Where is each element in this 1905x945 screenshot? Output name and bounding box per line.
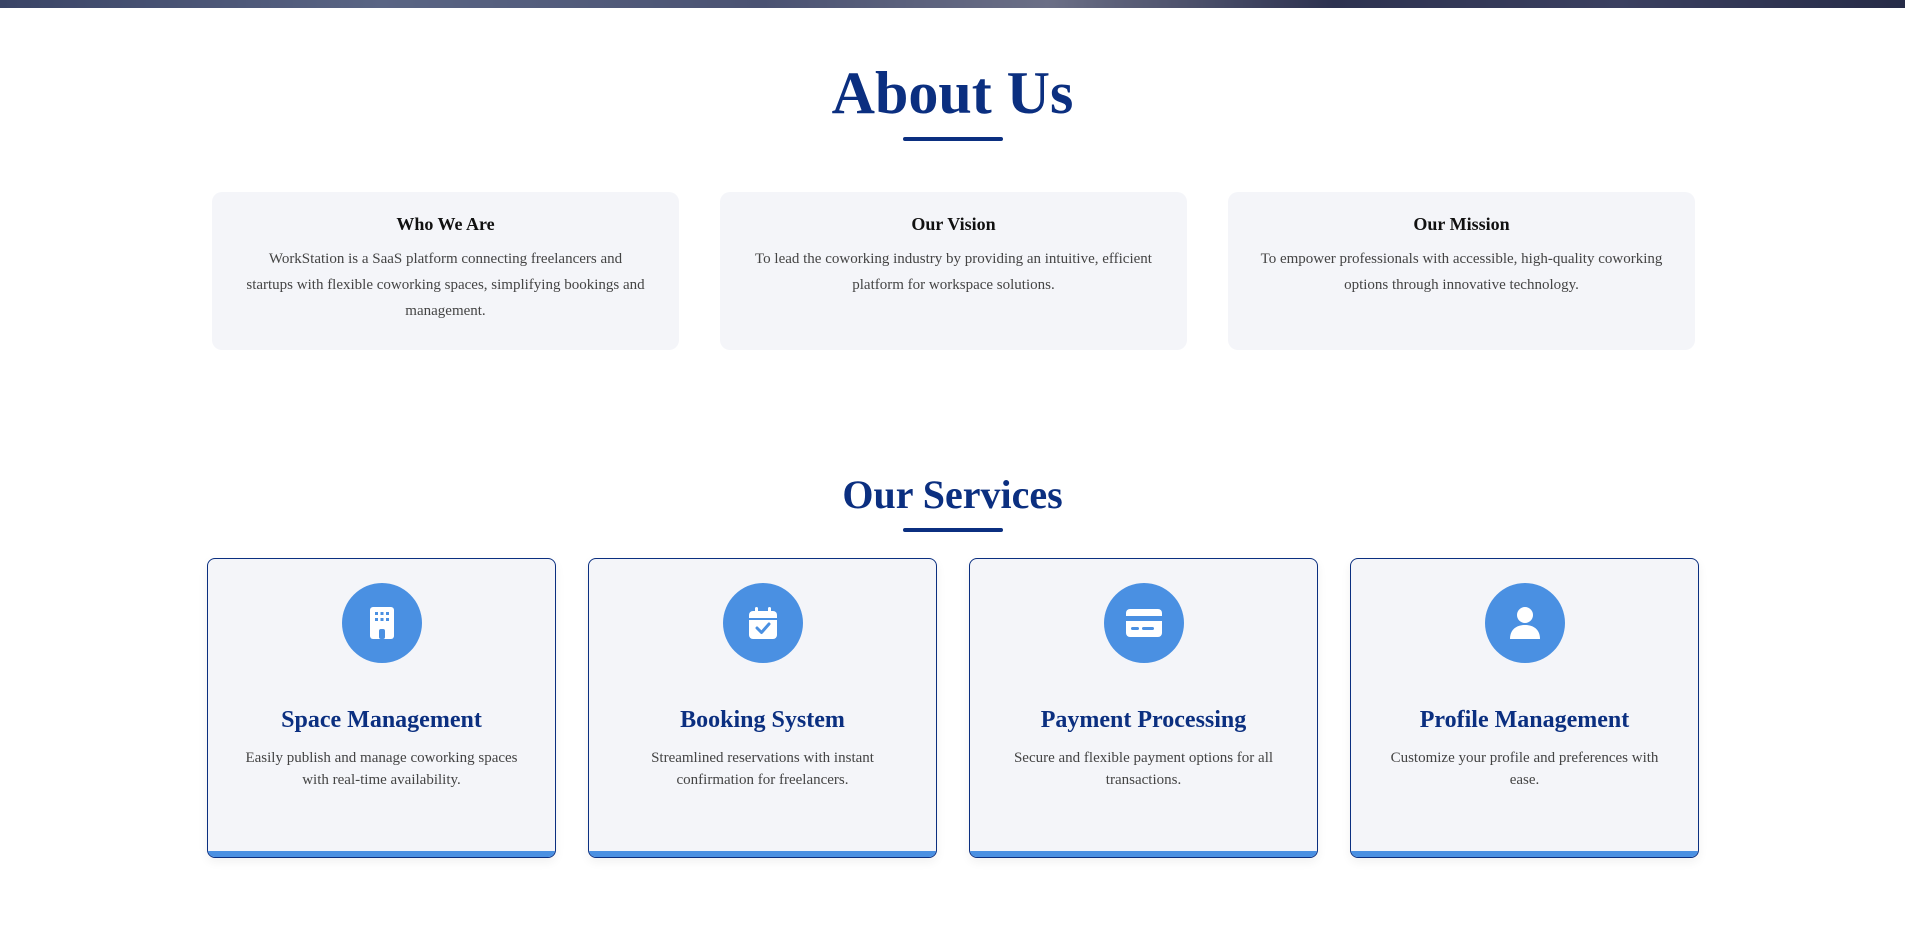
service-card-accent-bar bbox=[208, 851, 555, 857]
about-card-who-we-are: Who We Are WorkStation is a SaaS platfor… bbox=[212, 192, 679, 350]
about-card-our-vision: Our Vision To lead the coworking industr… bbox=[720, 192, 1187, 350]
service-card-payment-processing[interactable]: Payment Processing Secure and flexible p… bbox=[969, 558, 1318, 858]
service-card-heading: Space Management bbox=[281, 707, 482, 733]
service-card-accent-bar bbox=[970, 851, 1317, 857]
hero-image-strip bbox=[0, 0, 1905, 8]
service-card-heading: Profile Management bbox=[1419, 707, 1630, 733]
service-card-accent-bar bbox=[589, 851, 936, 857]
service-card-heading: Booking System bbox=[680, 707, 845, 733]
service-card-text: Streamlined reservations with instant co… bbox=[651, 750, 874, 788]
about-section-title: About Us bbox=[831, 60, 1074, 126]
building-icon bbox=[342, 583, 422, 663]
about-card-heading: Our Vision bbox=[911, 214, 996, 234]
credit-card-icon bbox=[1104, 583, 1184, 663]
service-card-accent-bar bbox=[1351, 851, 1698, 857]
service-card-text: Easily publish and manage coworking spac… bbox=[245, 750, 518, 788]
about-card-text: To lead the coworking industry by provid… bbox=[755, 251, 1152, 293]
about-card-text: WorkStation is a SaaS platform connectin… bbox=[246, 251, 645, 319]
about-card-our-mission: Our Mission To empower professionals wit… bbox=[1228, 192, 1695, 350]
service-card-text: Secure and flexible payment options for … bbox=[1013, 750, 1274, 788]
service-card-profile-management[interactable]: Profile Management Customize your profil… bbox=[1350, 558, 1699, 858]
about-card-text: To empower professionals with accessible… bbox=[1260, 251, 1663, 293]
calendar-check-icon bbox=[723, 583, 803, 663]
about-card-heading: Our Mission bbox=[1413, 214, 1510, 234]
services-section-title: Our Services bbox=[842, 472, 1063, 517]
service-card-booking-system[interactable]: Booking System Streamlined reservations … bbox=[588, 558, 937, 858]
about-card-heading: Who We Are bbox=[396, 214, 495, 234]
services-title-underline bbox=[903, 528, 1003, 532]
service-card-space-management[interactable]: Space Management Easily publish and mana… bbox=[207, 558, 556, 858]
service-card-text: Customize your profile and preferences w… bbox=[1390, 750, 1659, 788]
user-icon bbox=[1485, 583, 1565, 663]
service-card-heading: Payment Processing bbox=[1040, 707, 1247, 733]
about-title-underline bbox=[903, 137, 1003, 141]
